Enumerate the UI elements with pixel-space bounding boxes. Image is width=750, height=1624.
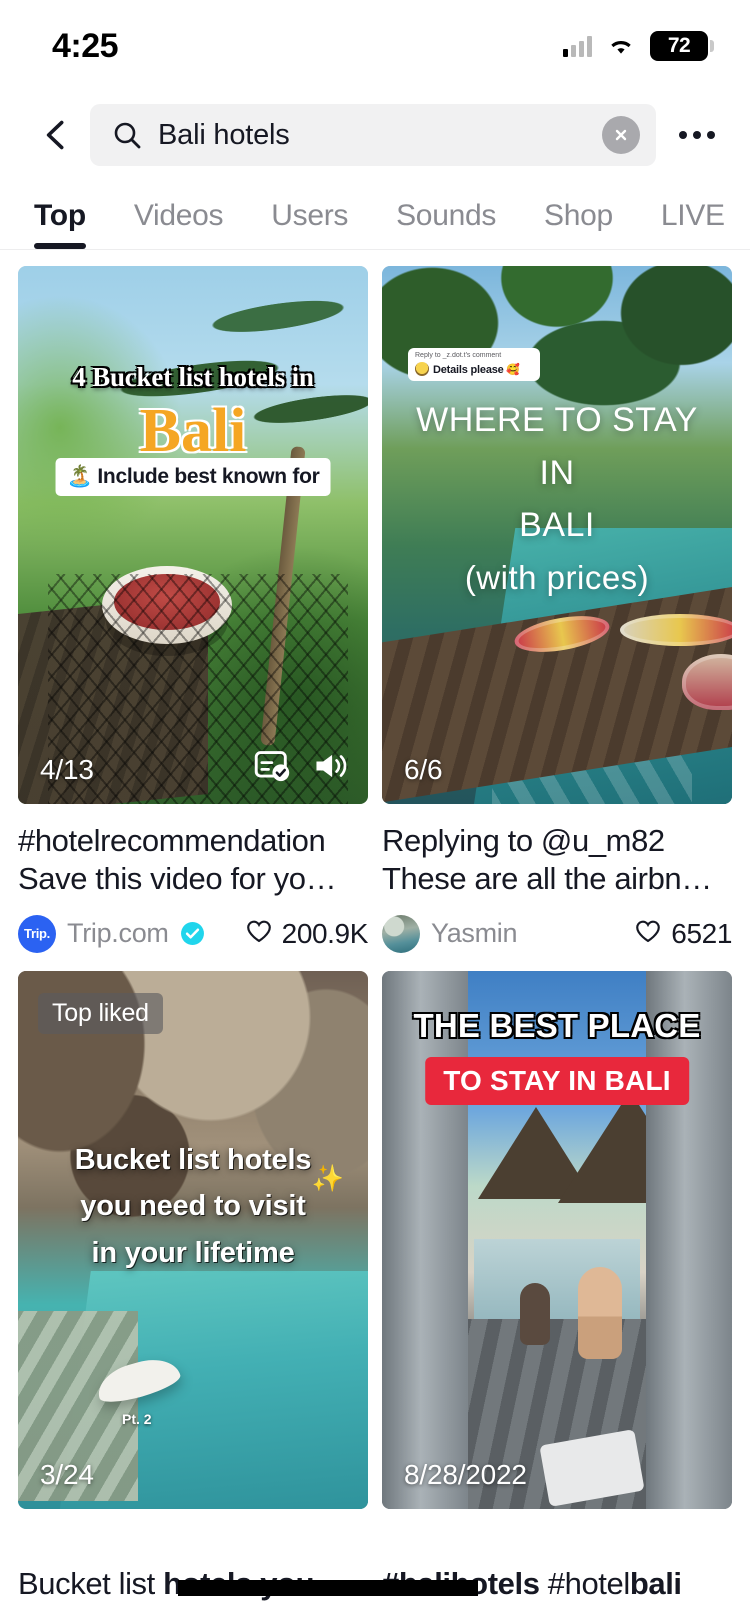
more-dot bbox=[679, 131, 687, 139]
tab-videos[interactable]: Videos bbox=[110, 199, 247, 249]
heart-icon bbox=[245, 918, 273, 949]
video-thumbnail[interactable]: Reply to _z.dot.t's comment Details plea… bbox=[382, 266, 732, 804]
caption-plain-part: Bucket list bbox=[18, 1566, 163, 1601]
floating-tray-decoration bbox=[620, 614, 732, 646]
tab-users[interactable]: Users bbox=[247, 199, 372, 249]
more-dot bbox=[693, 131, 701, 139]
avatar-label: Trip. bbox=[22, 925, 52, 942]
like-count: 200.9K bbox=[282, 918, 368, 950]
video-meta-row: Trip. Trip.com bbox=[18, 915, 368, 953]
tab-top[interactable]: Top bbox=[34, 199, 110, 249]
caption-plain-part: #hotel bbox=[540, 1566, 630, 1601]
video-caption: #hotelrecommendation Save this video for… bbox=[18, 822, 368, 899]
video-result-card[interactable]: Top liked Bucket list hotels you need to… bbox=[18, 971, 368, 1509]
jungle-canopy-decoration bbox=[382, 266, 732, 498]
wifi-icon bbox=[606, 35, 636, 57]
status-bar: 4:25 72 bbox=[0, 0, 750, 92]
more-options-button[interactable] bbox=[662, 107, 732, 163]
search-results-grid: 4 Bucket list hotels in Bali 🏝️ Include … bbox=[0, 250, 750, 1509]
tab-live[interactable]: LIVE bbox=[637, 199, 749, 249]
cellular-bars-icon bbox=[563, 35, 592, 57]
avatar[interactable]: Trip. bbox=[18, 915, 56, 953]
caption-bold-part: bali bbox=[630, 1566, 682, 1601]
clear-search-button[interactable] bbox=[602, 116, 640, 154]
like-count: 6521 bbox=[671, 918, 732, 950]
more-dot bbox=[707, 131, 715, 139]
bottom-caption-row: Bucket list hotels you #balihotels #hote… bbox=[18, 1566, 732, 1624]
video-thumbnail[interactable]: THE BEST PLACE TO STAY IN BALI 8/28/2022 bbox=[382, 971, 732, 1509]
search-header: Bali hotels bbox=[0, 92, 750, 178]
search-input[interactable]: Bali hotels bbox=[90, 104, 656, 166]
tiktok-search-screen: 4:25 72 Bali bbox=[0, 0, 750, 1624]
video-thumbnail[interactable]: 4 Bucket list hotels in Bali 🏝️ Include … bbox=[18, 266, 368, 804]
like-stats: 6521 bbox=[634, 918, 732, 950]
video-result-card[interactable]: THE BEST PLACE TO STAY IN BALI 8/28/2022 bbox=[382, 971, 732, 1509]
author-info[interactable]: Trip. Trip.com bbox=[18, 915, 205, 953]
curtain-decoration bbox=[646, 971, 732, 1509]
video-meta-row: Yasmin 6521 bbox=[382, 915, 732, 953]
heart-icon bbox=[634, 918, 662, 949]
netting-decoration bbox=[48, 574, 348, 804]
search-tabs: Top Videos Users Sounds Shop LIVE bbox=[0, 178, 750, 250]
tab-sounds[interactable]: Sounds bbox=[372, 199, 520, 249]
avatar[interactable] bbox=[382, 915, 420, 953]
redaction-bar bbox=[178, 1580, 478, 1596]
video-result-card[interactable]: 4 Bucket list hotels in Bali 🏝️ Include … bbox=[18, 266, 368, 953]
video-result-card[interactable]: Reply to _z.dot.t's comment Details plea… bbox=[382, 266, 732, 953]
video-thumbnail[interactable]: Top liked Bucket list hotels you need to… bbox=[18, 971, 368, 1509]
person-decoration bbox=[520, 1283, 550, 1345]
author-info[interactable]: Yasmin bbox=[382, 915, 517, 953]
person-decoration bbox=[578, 1267, 622, 1359]
like-stats: 200.9K bbox=[245, 918, 368, 950]
battery-level: 72 bbox=[668, 34, 690, 58]
loungers-decoration bbox=[18, 1311, 138, 1501]
tab-shop[interactable]: Shop bbox=[520, 199, 637, 249]
search-query-text: Bali hotels bbox=[158, 119, 586, 152]
video-caption: Replying to @u_m82 These are all the air… bbox=[382, 822, 732, 899]
author-name: Yasmin bbox=[431, 918, 517, 949]
close-icon bbox=[611, 125, 631, 145]
chevron-left-icon bbox=[39, 118, 73, 152]
verified-badge-icon bbox=[180, 921, 205, 946]
status-indicators: 72 bbox=[563, 31, 708, 61]
cave-rock-decoration bbox=[18, 971, 368, 1301]
curtain-decoration bbox=[382, 971, 468, 1509]
palm-fronds-decoration bbox=[103, 266, 368, 504]
back-button[interactable] bbox=[28, 107, 84, 163]
search-icon bbox=[112, 120, 142, 150]
status-time: 4:25 bbox=[52, 27, 118, 66]
author-name: Trip.com bbox=[67, 918, 169, 949]
battery-indicator: 72 bbox=[650, 31, 708, 61]
